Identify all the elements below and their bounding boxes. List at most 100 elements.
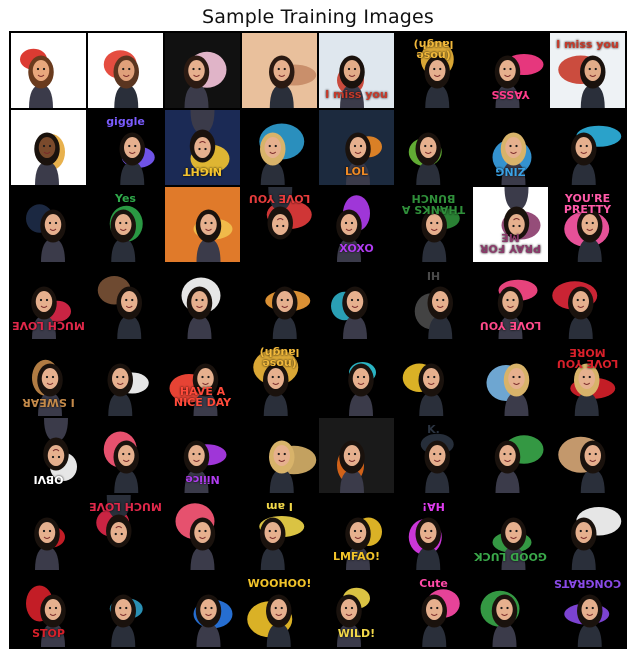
sample-image-45 xyxy=(319,418,394,493)
sticker-illustration xyxy=(11,110,86,185)
sticker-illustration xyxy=(11,572,86,647)
sample-image-24: YOU'RE PRETTY xyxy=(550,187,625,262)
sample-image-26 xyxy=(88,264,163,339)
sample-image-52: I am xyxy=(242,495,317,570)
sticker-illustration xyxy=(165,572,240,647)
sample-image-16 xyxy=(550,110,625,185)
sticker-illustration xyxy=(242,572,317,647)
sample-image-18: Yes xyxy=(88,187,163,262)
sticker-illustration xyxy=(165,418,240,493)
sample-image-47 xyxy=(473,418,548,493)
sample-image-12 xyxy=(242,110,317,185)
sample-image-40: LOVE YOU MORE xyxy=(550,341,625,416)
image-grid: I miss you (nose laugh) YASSS I miss you gig… xyxy=(9,31,627,649)
sample-image-44 xyxy=(242,418,317,493)
sticker-illustration xyxy=(242,341,317,416)
sticker-illustration xyxy=(88,33,163,108)
sample-image-32 xyxy=(550,264,625,339)
sample-image-54: HA! xyxy=(396,495,471,570)
sample-image-58 xyxy=(88,572,163,647)
sample-image-19 xyxy=(165,187,240,262)
sticker-illustration xyxy=(11,418,86,493)
sticker-illustration xyxy=(550,495,625,570)
sticker-illustration xyxy=(473,341,548,416)
sample-image-61: WILD! xyxy=(319,572,394,647)
sticker-illustration xyxy=(550,187,625,262)
figure-title: Sample Training Images xyxy=(201,6,435,28)
sticker-illustration xyxy=(88,187,163,262)
sticker-illustration xyxy=(319,187,394,262)
sticker-illustration xyxy=(396,187,471,262)
sample-image-56 xyxy=(550,495,625,570)
sticker-illustration xyxy=(319,418,394,493)
sample-image-35: HAVE A NICE DAY xyxy=(165,341,240,416)
sticker-illustration xyxy=(319,495,394,570)
sample-image-9 xyxy=(11,110,86,185)
sticker-illustration xyxy=(319,341,394,416)
sticker-illustration xyxy=(242,495,317,570)
sample-image-21: XOXO xyxy=(319,187,394,262)
sticker-illustration xyxy=(88,110,163,185)
sample-image-41: OBVI xyxy=(11,418,86,493)
sample-image-42 xyxy=(88,418,163,493)
sticker-illustration xyxy=(550,572,625,647)
sticker-illustration xyxy=(550,264,625,339)
sticker-illustration xyxy=(396,495,471,570)
sticker-illustration xyxy=(550,341,625,416)
sample-image-3 xyxy=(165,33,240,108)
sample-image-5: I miss you xyxy=(319,33,394,108)
sticker-illustration xyxy=(165,495,240,570)
sample-image-59 xyxy=(165,572,240,647)
sample-image-33: I SWEAR xyxy=(11,341,86,416)
sample-image-29 xyxy=(319,264,394,339)
sticker-illustration xyxy=(473,264,548,339)
sample-image-17 xyxy=(11,187,86,262)
sticker-illustration xyxy=(165,187,240,262)
sample-image-39 xyxy=(473,341,548,416)
sticker-illustration xyxy=(242,33,317,108)
sticker-illustration xyxy=(242,187,317,262)
sample-image-2 xyxy=(88,33,163,108)
sticker-illustration xyxy=(165,341,240,416)
sample-image-43: Niiice xyxy=(165,418,240,493)
sample-image-6: (nose laugh) xyxy=(396,33,471,108)
sticker-illustration xyxy=(396,33,471,108)
sticker-illustration xyxy=(11,187,86,262)
sticker-illustration xyxy=(11,264,86,339)
sample-image-30: HI xyxy=(396,264,471,339)
sample-image-10: giggle xyxy=(88,110,163,185)
sticker-illustration xyxy=(396,341,471,416)
sample-image-15: ZING xyxy=(473,110,548,185)
sticker-illustration xyxy=(319,572,394,647)
sample-image-62: Cute xyxy=(396,572,471,647)
sample-image-11: NIGHT xyxy=(165,110,240,185)
sticker-illustration xyxy=(88,264,163,339)
sample-image-34 xyxy=(88,341,163,416)
sticker-illustration xyxy=(11,33,86,108)
sample-image-13: LOL xyxy=(319,110,394,185)
sample-image-14 xyxy=(396,110,471,185)
sticker-illustration xyxy=(550,33,625,108)
sticker-illustration xyxy=(396,572,471,647)
sample-image-36: (nose laugh) xyxy=(242,341,317,416)
sample-image-27 xyxy=(165,264,240,339)
sticker-illustration xyxy=(396,418,471,493)
sample-image-7: YASSS xyxy=(473,33,548,108)
sticker-illustration xyxy=(319,33,394,108)
sample-image-55: GOOD LUCK xyxy=(473,495,548,570)
sample-image-23: PRAY FOR ME xyxy=(473,187,548,262)
sticker-illustration xyxy=(473,495,548,570)
sticker-illustration xyxy=(11,495,86,570)
sample-image-48 xyxy=(550,418,625,493)
sample-image-22: THANKS A BUNCH xyxy=(396,187,471,262)
sample-image-50: MUCH LOVE xyxy=(88,495,163,570)
sample-image-31: LOVE YOU xyxy=(473,264,548,339)
sticker-illustration xyxy=(396,264,471,339)
sticker-illustration xyxy=(473,187,548,262)
sticker-illustration xyxy=(242,110,317,185)
sticker-illustration xyxy=(165,110,240,185)
sample-image-20: LOVE YOU xyxy=(242,187,317,262)
sample-image-8: I miss you xyxy=(550,33,625,108)
sample-image-49 xyxy=(11,495,86,570)
sticker-illustration xyxy=(88,495,163,570)
